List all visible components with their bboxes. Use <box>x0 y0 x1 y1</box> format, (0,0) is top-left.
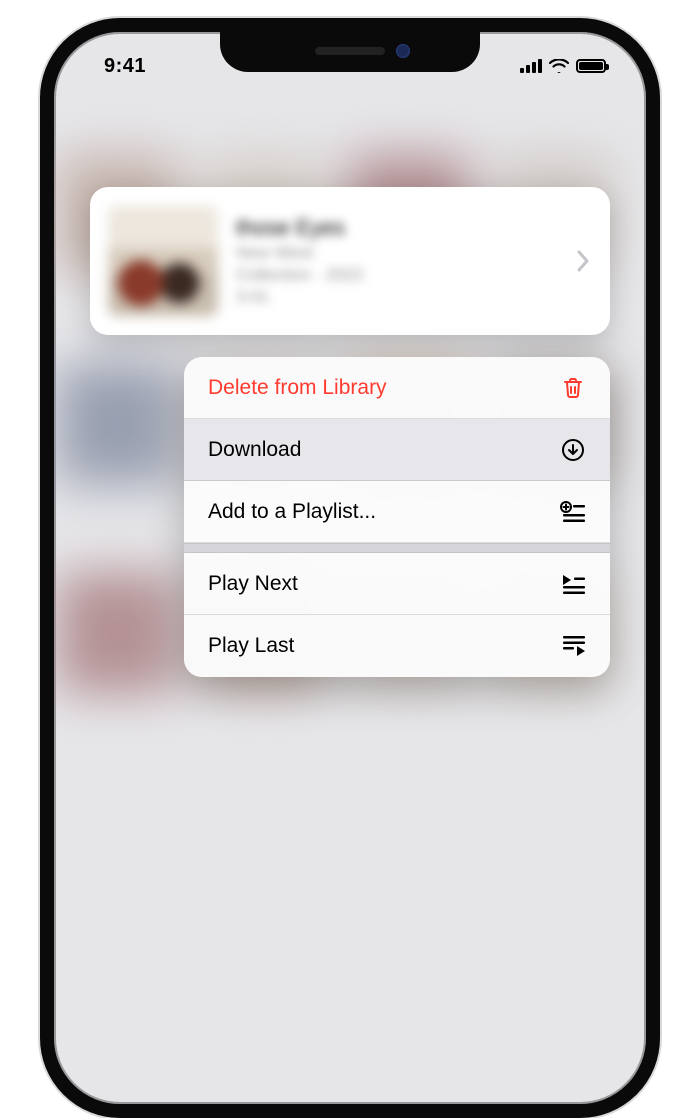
trash-icon <box>560 375 586 401</box>
phone-frame: 9:41 those Eyes New West <box>40 18 660 1118</box>
menu-item-download[interactable]: Download <box>184 419 610 481</box>
menu-label: Play Last <box>208 634 294 658</box>
front-camera <box>396 44 410 58</box>
menu-item-add-to-playlist[interactable]: Add to a Playlist... <box>184 481 610 543</box>
song-meta-1: Collection · 2022 <box>236 265 558 285</box>
battery-icon <box>576 59 606 73</box>
context-menu: Delete from Library Download <box>184 357 610 677</box>
menu-item-play-last[interactable]: Play Last <box>184 615 610 677</box>
song-info: those Eyes New West Collection · 2022 3:… <box>236 215 558 307</box>
notch <box>220 30 480 72</box>
cellular-signal-icon <box>520 59 542 73</box>
song-meta-2: 3:41 <box>236 287 558 307</box>
album-art <box>108 206 218 316</box>
wifi-icon <box>549 59 569 73</box>
menu-item-play-next[interactable]: Play Next <box>184 553 610 615</box>
download-icon <box>560 437 586 463</box>
status-time: 9:41 <box>104 55 146 78</box>
song-artist: New West <box>236 243 558 263</box>
menu-label: Download <box>208 438 301 462</box>
menu-section-separator <box>184 543 610 553</box>
add-playlist-icon <box>560 499 586 525</box>
status-indicators <box>520 59 606 73</box>
menu-label: Add to a Playlist... <box>208 500 376 524</box>
menu-label: Delete from Library <box>208 376 387 400</box>
screen: 9:41 those Eyes New West <box>54 32 646 1104</box>
menu-item-delete-from-library[interactable]: Delete from Library <box>184 357 610 419</box>
play-last-icon <box>560 633 586 659</box>
menu-label: Play Next <box>208 572 298 596</box>
song-title: those Eyes <box>236 215 558 241</box>
song-preview-card[interactable]: those Eyes New West Collection · 2022 3:… <box>90 187 610 335</box>
chevron-right-icon <box>576 249 590 273</box>
speaker-grille <box>315 47 385 55</box>
play-next-icon <box>560 571 586 597</box>
